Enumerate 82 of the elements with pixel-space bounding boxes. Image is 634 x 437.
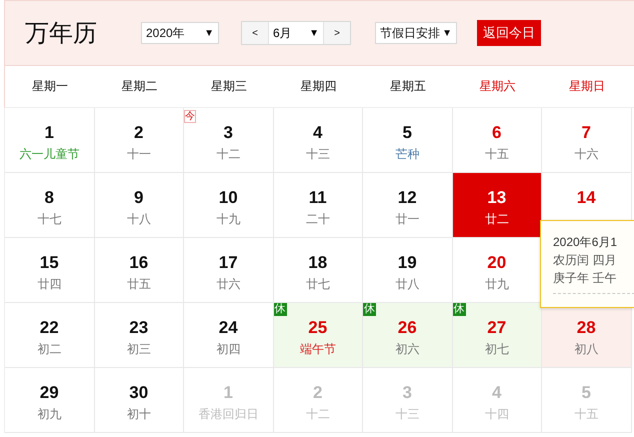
rest-day-badge: 休 [363,303,376,316]
day-number: 1 [44,123,54,143]
day-number: 29 [40,383,59,403]
day-number: 3 [224,123,233,143]
weekday-label: 星期四 [299,78,338,95]
lunar-date: 十六 [574,147,598,161]
weekday-label: 星期六 [478,78,516,95]
lunar-date: 十三 [395,407,420,421]
rest-day-badge: 休 [274,303,286,316]
day-number: 28 [576,318,596,338]
day-number: 22 [40,318,59,338]
lunar-date: 二十 [306,212,330,226]
tooltip-text: 农历闰 四月 [553,253,618,268]
day-number: 9 [134,188,144,208]
lunar-date: 廿六 [216,277,240,291]
day-number: 26 [398,318,417,338]
lunar-date: 初八 [574,342,598,356]
lunar-date: 十八 [126,212,151,226]
day-number: 20 [487,253,506,273]
lunar-date: 初十 [126,407,151,421]
lunar-date: 廿四 [37,277,62,291]
lunar-date: 廿七 [306,277,330,291]
lunar-date: 初九 [37,407,62,421]
lunar-date: 芒种 [395,147,420,161]
lunar-date: 十三 [306,147,330,161]
weekday-label: 星期五 [388,78,427,95]
day-number: 13 [487,188,506,208]
day-number: 7 [582,123,591,143]
lunar-date: 初四 [216,342,240,356]
lunar-date: 香港回归日 [198,407,258,421]
lunar-date: 十一 [126,147,151,161]
lunar-date: 端午节 [300,342,336,356]
day-number: 1 [224,383,233,403]
day-number: 4 [313,123,322,143]
lunar-date: 十九 [216,212,240,226]
day-number: 30 [129,383,148,403]
lunar-date: 廿五 [126,277,151,291]
lunar-date: 十二 [306,407,330,421]
day-number: 2 [313,383,322,403]
weekday-label: 星期三 [210,78,248,95]
day-number: 5 [582,383,591,403]
day-number: 4 [492,383,502,403]
lunar-date: 初七 [484,342,509,356]
day-number: 25 [308,318,328,338]
day-number: 18 [308,253,328,273]
lunar-date: 十七 [37,212,62,226]
lunar-date: 初六 [395,342,420,356]
day-number: 23 [129,318,148,338]
tooltip-text: 2020年6月1 [553,235,618,250]
lunar-date: 六一儿童节 [19,147,80,161]
day-number: 27 [487,318,506,338]
lunar-date: 十五 [574,407,598,421]
rest-day-badge: 休 [452,303,466,316]
day-number: 8 [44,188,54,208]
day-number: 12 [398,188,417,208]
day-number: 15 [40,253,59,273]
lunar-date: 十二 [216,147,240,161]
lunar-date: 十五 [484,147,509,161]
day-number: 5 [402,123,412,143]
page-title: 万年历 [25,19,97,49]
lunar-date: 廿二 [484,212,509,226]
day-number: 3 [402,383,412,403]
day-number: 2 [134,123,144,143]
day-number: 17 [218,253,238,273]
lunar-date: 廿八 [395,277,420,291]
weekday-label: 星期二 [120,78,158,95]
weekday-label: 星期一 [30,78,69,95]
day-number: 10 [218,188,238,208]
lunar-date: 廿九 [484,277,509,291]
day-number: 14 [576,188,596,208]
lunar-date: 初三 [126,342,151,356]
today-badge: 今 [184,110,196,123]
day-number: 16 [129,253,148,273]
day-number: 6 [492,123,502,143]
day-number: 24 [218,318,238,338]
day-number: 19 [398,253,417,273]
lunar-date: 初二 [37,342,62,356]
tooltip-text: 庚子年 壬午 [553,271,618,286]
lunar-date: 十四 [484,407,509,421]
weekday-label: 星期日 [568,78,606,95]
lunar-date: 廿一 [395,212,420,226]
day-number: 11 [308,188,327,208]
